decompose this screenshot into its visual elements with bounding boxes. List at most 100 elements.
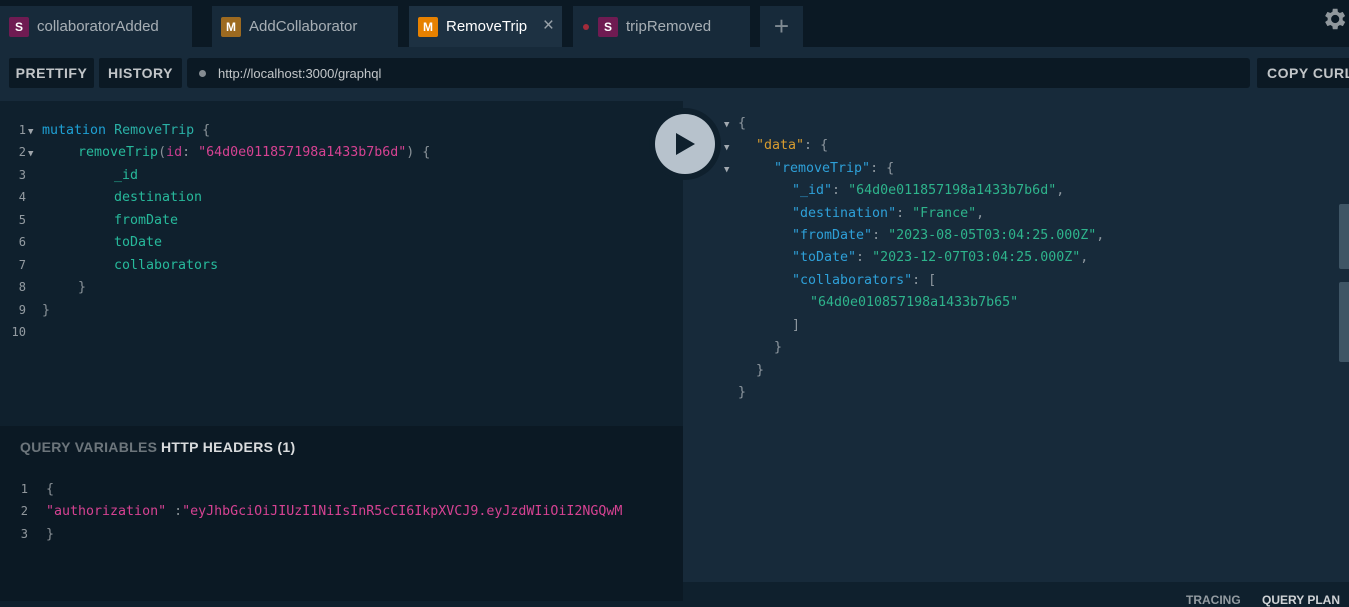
tracing-tab[interactable]: TRACING — [1186, 593, 1241, 607]
colon: : — [870, 161, 879, 176]
endpoint-url: http://localhost:3000/graphql — [218, 65, 382, 81]
response-value: "2023-08-05T03:04:25.000Z" — [888, 228, 1097, 243]
colon: : — [912, 273, 921, 288]
subscription-badge: S — [598, 16, 618, 37]
brace: { — [820, 138, 829, 153]
brace: { — [46, 482, 55, 497]
toolbar: PRETTIFY HISTORY http://localhost:3000/g… — [0, 47, 1349, 101]
mutation-badge: M — [418, 16, 438, 37]
paren: ( — [158, 145, 167, 160]
operation-name: RemoveTrip — [114, 123, 195, 138]
line-number: 1 — [18, 123, 26, 137]
fold-arrow-icon[interactable]: ▼ — [28, 149, 33, 159]
bracket: [ — [928, 273, 937, 288]
comma: , — [1056, 183, 1065, 198]
fold-arrow-icon[interactable]: ▼ — [724, 165, 729, 175]
response-line: "removeTrip": { — [774, 161, 894, 176]
code-line: "authorization" :"eyJhbGciOiJIUzI1NiIsIn… — [46, 504, 683, 519]
query-plan-tab[interactable]: QUERY PLAN — [1262, 593, 1340, 607]
tab-trip-removed[interactable]: S tripRemoved — [573, 6, 750, 47]
history-button[interactable]: HISTORY — [99, 58, 182, 88]
brace: } — [42, 303, 51, 318]
tab-collaborator-added[interactable]: S collaboratorAdded — [0, 6, 192, 47]
line-number: 8 — [18, 280, 26, 294]
field-name: destination — [114, 190, 203, 205]
line-number: 7 — [18, 258, 26, 272]
tab-query-variables[interactable]: QUERY VARIABLES — [20, 439, 157, 455]
tab-title: RemoveTrip — [446, 18, 528, 35]
tab-remove-trip[interactable]: M RemoveTrip × — [409, 6, 562, 47]
close-icon[interactable]: × — [543, 15, 554, 37]
response-value: "64d0e010857198a1433b7b65" — [810, 295, 1019, 310]
line-number: 10 — [11, 325, 26, 339]
execute-query-button[interactable] — [649, 108, 721, 180]
gear-icon[interactable] — [1320, 5, 1348, 33]
result-panel: ▼ ▼ ▼ { "data": { "removeTrip": { "_id":… — [683, 101, 1349, 582]
copy-curl-button[interactable]: COPY CURL — [1257, 58, 1349, 88]
response-key: "removeTrip" — [774, 161, 871, 176]
query-editor[interactable]: 1 2 3 4 5 6 7 8 9 10 ▼ ▼ mutation Remove… — [0, 101, 683, 426]
response-key: "destination" — [792, 206, 897, 221]
schema-side-tab[interactable] — [1339, 282, 1349, 362]
tab-title: tripRemoved — [626, 18, 712, 35]
colon: : — [182, 145, 191, 160]
bracket: ] — [792, 318, 801, 333]
brace: { — [738, 116, 747, 131]
line-number: 6 — [18, 235, 26, 249]
line-number: 4 — [18, 190, 26, 204]
response-line: "data": { — [756, 138, 828, 153]
brace: { — [886, 161, 895, 176]
fold-arrow-icon[interactable]: ▼ — [28, 127, 33, 137]
response-key: "collaborators" — [792, 273, 913, 288]
fold-arrow-icon[interactable]: ▼ — [724, 143, 729, 153]
docs-side-tab[interactable] — [1339, 204, 1349, 269]
colon: : — [832, 183, 841, 198]
endpoint-url-input[interactable]: http://localhost:3000/graphql — [187, 58, 1250, 88]
response-value: "France" — [912, 206, 977, 221]
line-number: 5 — [18, 213, 26, 227]
field-name: removeTrip — [78, 145, 159, 160]
code-line: mutation RemoveTrip { — [42, 123, 210, 138]
variables-panel: QUERY VARIABLES HTTP HEADERS (1) 1 2 3 {… — [0, 426, 683, 601]
response-value: "2023-12-07T03:04:25.000Z" — [872, 250, 1081, 265]
tab-title: AddCollaborator — [249, 18, 358, 35]
comma: , — [1080, 250, 1089, 265]
status-dot-icon — [199, 69, 206, 77]
field-name: fromDate — [114, 213, 179, 228]
tab-http-headers[interactable]: HTTP HEADERS (1) — [161, 439, 295, 455]
brace: } — [756, 363, 765, 378]
argument-value: "64d0e011857198a1433b7b6d" — [198, 145, 407, 160]
brace: } — [774, 340, 783, 355]
comma: , — [1096, 228, 1105, 243]
response-line: "_id": "64d0e011857198a1433b7b6d", — [792, 183, 1064, 198]
response-line: "toDate": "2023-12-07T03:04:25.000Z", — [792, 250, 1088, 265]
line-number: 9 — [18, 303, 26, 317]
data-key: "data" — [756, 138, 805, 153]
tab-add-collaborator[interactable]: M AddCollaborator — [212, 6, 398, 47]
new-tab-button[interactable]: + — [760, 6, 803, 47]
code-line: removeTrip(id: "64d0e011857198a1433b7b6d… — [78, 145, 430, 160]
field-name: collaborators — [114, 258, 219, 273]
play-icon — [655, 114, 715, 174]
colon: : — [856, 250, 865, 265]
prettify-button[interactable]: PRETTIFY — [9, 58, 94, 88]
brace: { — [422, 145, 431, 160]
brace: } — [46, 527, 55, 542]
fold-arrow-icon[interactable]: ▼ — [724, 120, 729, 130]
line-number: 3 — [18, 168, 26, 182]
response-line: "destination": "France", — [792, 206, 984, 221]
response-line: "fromDate": "2023-08-05T03:04:25.000Z", — [792, 228, 1104, 243]
colon: : — [896, 206, 905, 221]
response-key: "_id" — [792, 183, 833, 198]
header-key: "authorization" — [46, 504, 167, 519]
field-name: toDate — [114, 235, 163, 250]
colon: : — [872, 228, 881, 243]
line-number: 2 — [20, 504, 28, 518]
line-number: 3 — [20, 527, 28, 541]
brace: { — [202, 123, 211, 138]
brace: } — [78, 280, 87, 295]
tab-bar: S collaboratorAdded M AddCollaborator M … — [0, 0, 1349, 47]
response-line: "collaborators": [ — [792, 273, 936, 288]
line-number: 1 — [20, 482, 28, 496]
response-key: "toDate" — [792, 250, 857, 265]
